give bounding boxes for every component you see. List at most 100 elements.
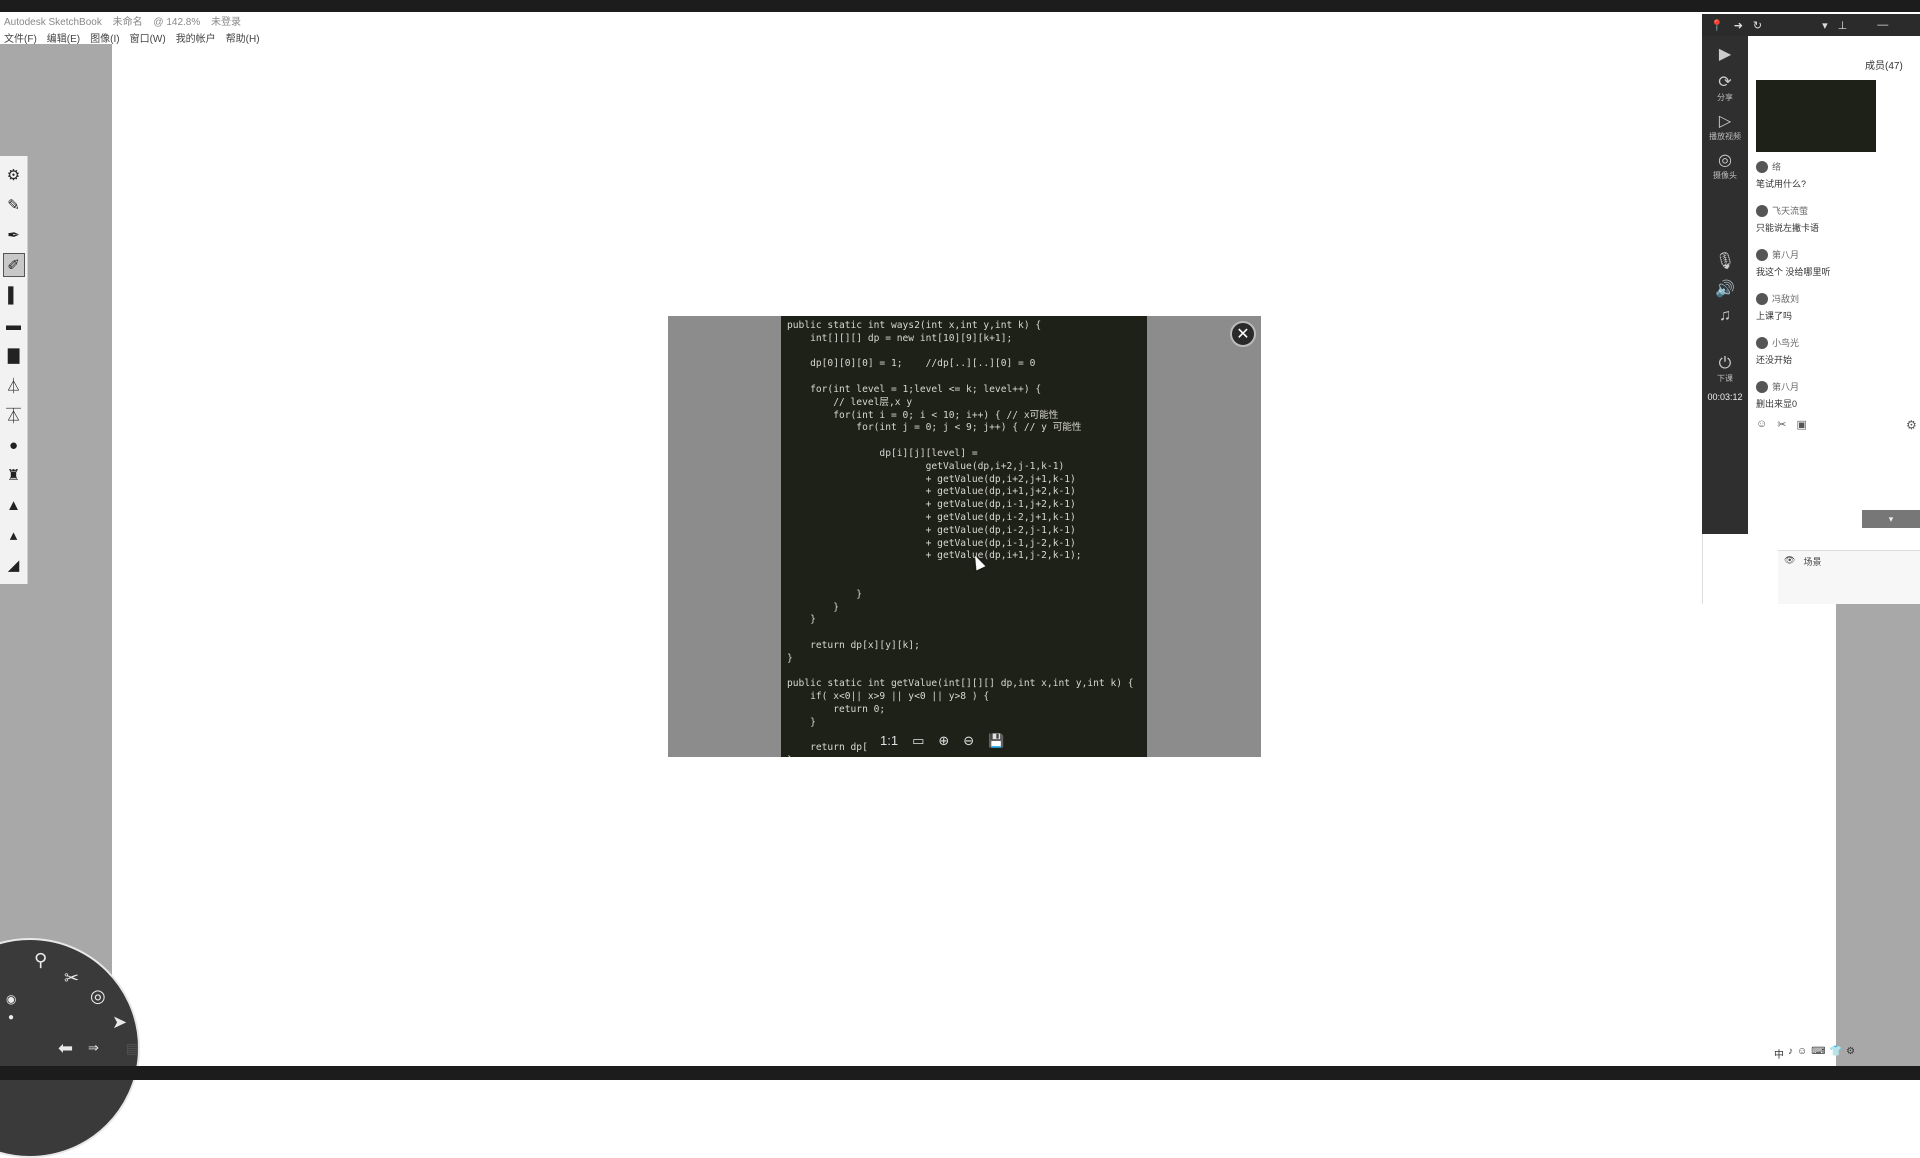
chat-text: 还没开始	[1756, 355, 1793, 365]
menu-window[interactable]: 窗口(W)	[126, 28, 172, 45]
pin-icon[interactable]: 📍	[1710, 19, 1724, 32]
settings-icon[interactable]: ⚙	[1906, 418, 1917, 432]
undo-icon[interactable]: ⬅	[58, 1038, 73, 1059]
fill-icon[interactable]: ✂	[64, 968, 79, 989]
menu-edit[interactable]: 编辑(E)	[43, 28, 86, 45]
camera-label: 摄像头	[1713, 171, 1737, 180]
video-icon: ▷	[1718, 113, 1732, 130]
chat-user: 冯敌刘	[1772, 294, 1800, 304]
zoom-out-icon[interactable]: ⊖	[963, 733, 974, 749]
image-icon[interactable]: ▣	[1796, 418, 1806, 431]
mic-button[interactable]: 🎙	[1715, 251, 1735, 271]
redo-icon[interactable]: ⇒	[88, 1040, 99, 1056]
music-button[interactable]: ♫	[1719, 307, 1731, 325]
select-icon[interactable]: ➤	[112, 1012, 127, 1033]
fit-window-icon[interactable]: ▭	[912, 733, 924, 749]
chat-user: 飞天流萤	[1772, 206, 1809, 216]
close-icon[interactable]: ✕	[1230, 321, 1256, 347]
menu-account[interactable]: 我的帐户	[172, 28, 222, 45]
scissors-icon[interactable]: ✂	[1777, 418, 1786, 431]
chat-user: 小鸟光	[1772, 338, 1800, 348]
save-icon[interactable]: 💾	[988, 733, 1004, 749]
marker-icon[interactable]: ▌	[3, 283, 25, 307]
power-icon: ⏻	[1718, 355, 1732, 372]
brush-toolbar: ⚙ ✎ ✒ ✐ ▌ ▬ ▇ ⏃ ⏄ ● ♜ ▲ ▴ ◢	[0, 156, 28, 584]
fine-brush-icon[interactable]: ⏄	[3, 403, 25, 427]
minimize-icon[interactable]: —	[1877, 19, 1888, 31]
zoom-level: @ 142.8%	[153, 17, 201, 28]
avatar	[1756, 248, 1768, 261]
play-video-label: 播放视频	[1709, 132, 1741, 141]
end-class-button[interactable]: ⏻ 下课	[1717, 355, 1733, 384]
live-panel-titlebar: 📍 ➜ ↻ ▾ ⊥ —	[1702, 14, 1920, 36]
mini-control-button[interactable]: ▾	[1862, 510, 1920, 528]
airbrush-icon[interactable]: ▇	[3, 343, 25, 367]
brush-settings-icon[interactable]: ⚙	[3, 163, 25, 187]
emoji-icon[interactable]: ☺	[1756, 418, 1767, 431]
tray-skin[interactable]: 👕	[1830, 1046, 1842, 1061]
speaker-button[interactable]: 🔊	[1715, 279, 1735, 299]
inking-pen-icon[interactable]: ✒	[3, 223, 25, 247]
live-sidebar: ▶ ⟳ 分享 ▷ 播放视频 ◎ 摄像头 🎙 🔊 ♫ ⏻ 下课 00:03:12	[1702, 36, 1748, 534]
eraser-icon[interactable]: ▲	[3, 493, 25, 517]
tray-emoji[interactable]: ☺	[1797, 1046, 1807, 1061]
dropdown-icon[interactable]: ▾	[1822, 19, 1828, 32]
chat-message: 飞天流萤 只能说左撇卡语	[1756, 204, 1886, 234]
pencil-icon[interactable]: ✎	[3, 193, 25, 217]
menu-image[interactable]: 图像(I)	[86, 28, 125, 45]
brush-lagoon-icon[interactable]: ⚲	[34, 950, 47, 971]
scene-label: 场景	[1803, 557, 1822, 567]
paintbrush-icon[interactable]: ⏃	[3, 373, 25, 397]
camera-button[interactable]: ◎ 摄像头	[1713, 150, 1737, 181]
chat-user: 第八月	[1772, 250, 1800, 260]
pin-top-icon[interactable]: ⊥	[1838, 19, 1848, 32]
avatar	[1756, 292, 1768, 305]
zoom-in-icon[interactable]: ⊕	[938, 733, 949, 749]
class-timer: 00:03:12	[1707, 392, 1743, 402]
speaker-icon: 🔊	[1715, 281, 1735, 298]
color-dot-icon[interactable]: ●	[8, 1012, 14, 1023]
tray-keyboard[interactable]: ⌨	[1811, 1046, 1825, 1061]
play-button[interactable]: ▶	[1719, 44, 1731, 64]
soft-brush-icon[interactable]: ●	[3, 433, 25, 457]
chat-text: 我这个 没给哪里听	[1756, 267, 1831, 277]
felt-pen-icon[interactable]: ▴	[3, 523, 25, 547]
app-name: Autodesk SketchBook	[4, 17, 102, 28]
live-preview-thumbnail[interactable]	[1756, 80, 1876, 152]
eye-icon[interactable]: 👁	[1784, 555, 1795, 566]
avatar	[1756, 336, 1768, 349]
window-bottom-bar	[0, 1066, 1920, 1080]
menu-help[interactable]: 帮助(H)	[222, 28, 266, 45]
chat-user: 络	[1772, 162, 1782, 172]
menu-file[interactable]: 文件(F)	[0, 28, 43, 45]
menu-bar: 文件(F) 编辑(E) 图像(I) 窗口(W) 我的帐户 帮助(H)	[0, 28, 266, 45]
actual-size-button[interactable]: 1:1	[880, 733, 898, 749]
end-class-label: 下课	[1717, 374, 1733, 383]
share-screen-icon: ⟳	[1718, 74, 1732, 91]
music-icon: ♫	[1719, 307, 1731, 324]
share-icon[interactable]: ➜	[1734, 19, 1743, 32]
members-count[interactable]: 成员(47)	[1865, 57, 1903, 72]
window-top-bar	[0, 0, 1920, 12]
avatar	[1756, 380, 1768, 393]
hard-eraser-icon[interactable]: ◢	[3, 553, 25, 577]
copy-icon[interactable]: ▤	[126, 1040, 139, 1057]
play-video-button[interactable]: ▷ 播放视频	[1709, 111, 1741, 142]
color-wheel-icon[interactable]: ◎	[90, 986, 106, 1007]
ballpoint-pen-icon[interactable]: ✐	[2, 253, 25, 277]
tray-ime[interactable]: 中	[1774, 1046, 1784, 1061]
share-button[interactable]: ⟳ 分享	[1717, 72, 1733, 103]
avatar	[1756, 160, 1768, 173]
avatar	[1756, 204, 1768, 217]
chat-text: 删出来显0	[1756, 399, 1798, 409]
chisel-icon[interactable]: ▬	[3, 313, 25, 337]
microphone-icon: 🎙	[1714, 253, 1736, 270]
refresh-icon[interactable]: ↻	[1753, 19, 1762, 32]
layer-icon[interactable]: ◉	[6, 992, 16, 1006]
scene-row[interactable]: 👁 场景	[1778, 550, 1920, 604]
smudge-icon[interactable]: ♜	[3, 463, 25, 487]
app-title-bar: Autodesk SketchBook 未命名 @ 142.8% 未登录	[4, 13, 249, 28]
tray-settings[interactable]: ⚙	[1846, 1046, 1855, 1061]
system-tray: 中 ♪ ☺ ⌨ 👕 ⚙	[1774, 1046, 1855, 1061]
tray-sound[interactable]: ♪	[1788, 1046, 1793, 1061]
